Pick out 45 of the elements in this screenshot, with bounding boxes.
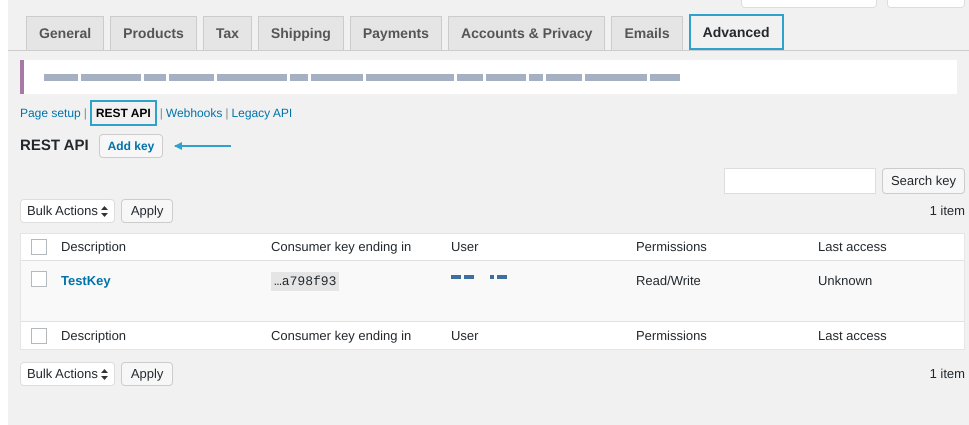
tab[interactable]: Products <box>110 16 197 50</box>
tab[interactable]: Tax <box>202 16 252 50</box>
tab[interactable]: Accounts & Privacy <box>448 16 606 50</box>
tab[interactable]: General <box>26 16 104 50</box>
column-header: Consumer key ending in <box>271 238 412 256</box>
sort-arrows-icon <box>100 368 108 380</box>
consumer-key: …a798f93 <box>271 272 340 291</box>
checkbox[interactable] <box>31 328 47 344</box>
column-header: Description <box>61 238 128 256</box>
table-cell-text: Unknown <box>818 272 874 290</box>
table-cell-text: Read/Write <box>636 272 702 290</box>
column-header: Permissions <box>636 326 708 345</box>
tab[interactable]: Advanced <box>688 14 784 50</box>
item-count: 1 item <box>930 202 965 220</box>
column-header: Permissions <box>636 238 708 256</box>
separator: | <box>224 105 230 122</box>
apply-button[interactable]: Apply <box>120 199 174 223</box>
search-key-button[interactable]: Search key <box>882 168 965 194</box>
bulk-actions-select[interactable]: Bulk Actions <box>20 362 115 386</box>
tab[interactable]: Shipping <box>258 16 344 50</box>
column-header: Last access <box>818 238 888 256</box>
separator: | <box>158 105 164 122</box>
column-header: Last access <box>818 326 888 345</box>
sort-arrows-icon <box>100 206 108 216</box>
separator: | <box>82 105 88 122</box>
page-heading: REST API <box>20 136 89 156</box>
checkbox[interactable] <box>31 271 47 287</box>
search-field[interactable] <box>724 168 876 194</box>
checkbox[interactable] <box>31 239 47 255</box>
column-header: User <box>451 238 480 256</box>
key-link[interactable]: TestKey <box>61 271 271 290</box>
subnav-link[interactable]: Webhooks <box>166 104 222 122</box>
column-header: Description <box>61 326 128 345</box>
tab[interactable]: Payments <box>350 16 442 50</box>
tab[interactable]: Emails <box>611 16 683 50</box>
subnav-link[interactable]: REST API <box>90 100 157 126</box>
bulk-actions-select[interactable]: Bulk Actions <box>20 199 115 223</box>
subnav-link[interactable]: Page setup <box>20 104 81 122</box>
apply-button[interactable]: Apply <box>120 362 174 386</box>
column-header: Consumer key ending in <box>271 326 412 345</box>
subnav-link[interactable]: Legacy API <box>231 104 292 122</box>
item-count: 1 item <box>930 365 965 384</box>
annotation-arrow <box>173 141 234 151</box>
column-header: User <box>451 326 480 345</box>
add-key-button[interactable]: Add key <box>98 134 164 158</box>
